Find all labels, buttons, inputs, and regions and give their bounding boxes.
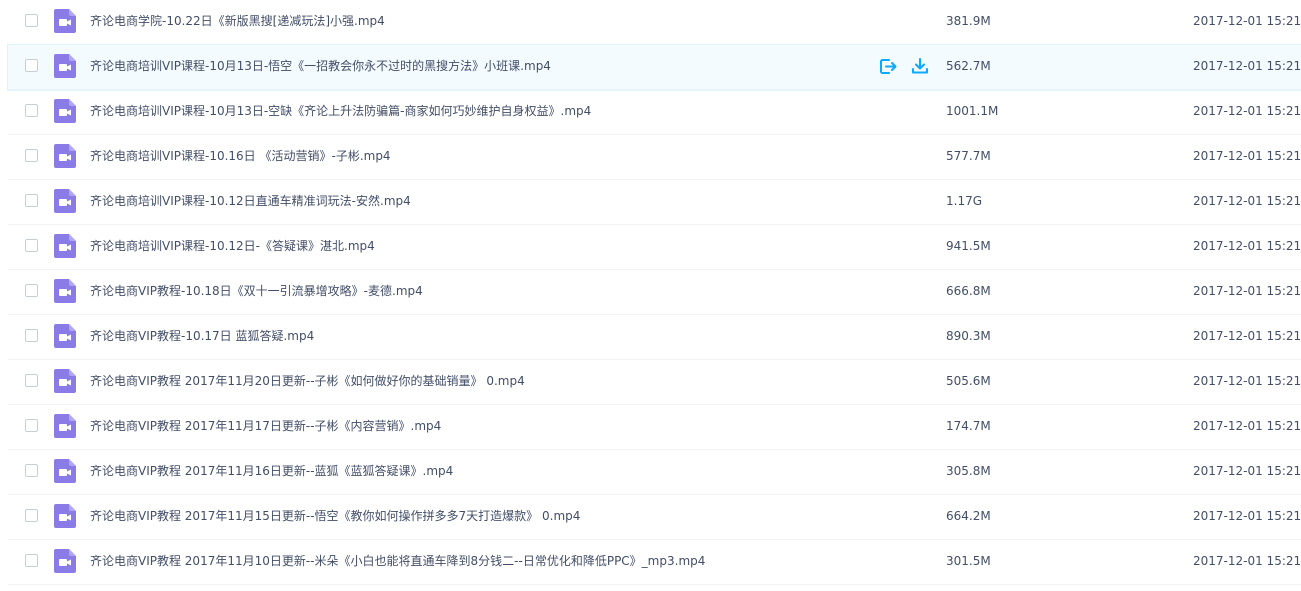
file-name[interactable]: 齐论电商VIP教程 2017年11月15日更新--悟空《教你如何操作拼多多7天打…	[90, 507, 580, 525]
file-row[interactable]: 齐论电商培训VIP课程-10.12日直通车精准词玩法-安然.mp4 1.17G 20…	[8, 180, 1301, 225]
file-size: 562.7M	[946, 59, 991, 73]
file-modified-date: 2017-12-01 15:21	[1193, 554, 1301, 568]
file-modified-date: 2017-12-01 15:21	[1193, 14, 1301, 28]
file-name[interactable]: 齐论电商VIP教程 2017年11月10日更新--米朵《小白也能将直通车降到8分…	[90, 552, 705, 570]
row-checkbox[interactable]	[25, 104, 38, 117]
file-row[interactable]: 齐论电商学院-10.22日《新版黑搜[递减玩法]小强.mp4 381.9M 2017…	[8, 0, 1301, 45]
file-name[interactable]: 齐论电商培训VIP课程-10.12日直通车精准词玩法-安然.mp4	[90, 192, 411, 210]
file-size: 381.9M	[946, 14, 991, 28]
file-row[interactable]: 齐论电商VIP教程 2017年11月17日更新--子彬《内容营销》.mp4 174…	[8, 405, 1301, 450]
file-row[interactable]: 齐论电商VIP教程 2017年11月10日更新--米朵《小白也能将直通车降到8分…	[8, 540, 1301, 585]
file-name[interactable]: 齐论电商学院-10.22日《新版黑搜[递减玩法]小强.mp4	[90, 12, 385, 30]
video-file-icon	[54, 9, 76, 33]
video-file-icon	[54, 504, 76, 528]
file-row[interactable]: 齐论电商培训VIP课程-10.12日-《答疑课》湛北.mp4 941.5M 2017…	[8, 225, 1301, 270]
file-size: 890.3M	[946, 329, 991, 343]
file-name[interactable]: 齐论电商培训VIP课程-10.16日 《活动营销》-子彬.mp4	[90, 147, 391, 165]
file-modified-date: 2017-12-01 15:21	[1193, 464, 1301, 478]
file-name[interactable]: 齐论电商VIP教程-10.18日《双十一引流暴增攻略》-麦德.mp4	[90, 282, 423, 300]
row-checkbox[interactable]	[25, 374, 38, 387]
file-modified-date: 2017-12-01 15:21	[1193, 104, 1301, 118]
row-checkbox[interactable]	[25, 329, 38, 342]
file-modified-date: 2017-12-01 15:21	[1193, 284, 1301, 298]
file-size: 305.8M	[946, 464, 991, 478]
file-row[interactable]: 齐论电商VIP教程-10.18日《双十一引流暴增攻略》-麦德.mp4 666.8M…	[8, 270, 1301, 315]
file-row[interactable]: 齐论电商VIP教程 2017年11月16日更新--蓝狐《蓝狐答疑课》.mp4 30…	[8, 450, 1301, 495]
video-file-icon	[54, 414, 76, 438]
file-size: 577.7M	[946, 149, 991, 163]
row-checkbox[interactable]	[25, 419, 38, 432]
file-size: 1.17G	[946, 194, 983, 208]
video-file-icon	[54, 369, 76, 393]
file-name[interactable]: 齐论电商VIP教程 2017年11月16日更新--蓝狐《蓝狐答疑课》.mp4	[90, 462, 453, 480]
video-file-icon	[54, 189, 76, 213]
video-file-icon	[54, 549, 76, 573]
row-checkbox[interactable]	[25, 194, 38, 207]
row-checkbox[interactable]	[25, 149, 38, 162]
download-icon[interactable]	[910, 56, 930, 76]
video-file-icon	[54, 459, 76, 483]
video-file-icon	[54, 234, 76, 258]
file-modified-date: 2017-12-01 15:21	[1193, 194, 1301, 208]
file-row[interactable]: 齐论电商培训VIP课程-10月13日-悟空《一招教会你永不过时的黑搜方法》小班课…	[7, 44, 1301, 91]
file-size: 301.5M	[946, 554, 991, 568]
file-row[interactable]: 齐论电商VIP教程 2017年11月15日更新--悟空《教你如何操作拼多多7天打…	[8, 495, 1301, 540]
file-modified-date: 2017-12-01 15:21	[1193, 374, 1301, 388]
row-checkbox[interactable]	[25, 464, 38, 477]
file-size: 664.2M	[946, 509, 991, 523]
row-checkbox[interactable]	[25, 14, 38, 27]
file-name[interactable]: 齐论电商培训VIP课程-10月13日-悟空《一招教会你永不过时的黑搜方法》小班课…	[90, 57, 551, 75]
video-file-icon	[54, 99, 76, 123]
file-row[interactable]: 齐论电商VIP教程-10.17日 蓝狐答疑.mp4 890.3M 2017-12-0…	[8, 315, 1301, 360]
video-file-icon	[54, 54, 76, 78]
row-checkbox[interactable]	[25, 554, 38, 567]
share-export-icon[interactable]	[878, 56, 898, 76]
file-modified-date: 2017-12-01 15:21	[1193, 509, 1301, 523]
file-size: 174.7M	[946, 419, 991, 433]
video-file-icon	[54, 279, 76, 303]
file-row[interactable]: 齐论电商培训VIP课程-10月13日-空缺《齐论上升法防骗篇-商家如何巧妙维护自…	[8, 90, 1301, 135]
row-checkbox[interactable]	[25, 509, 38, 522]
file-name[interactable]: 齐论电商培训VIP课程-10.12日-《答疑课》湛北.mp4	[90, 237, 375, 255]
file-row[interactable]: 齐论电商VIP教程 2017年11月20日更新--子彬《如何做好你的基础销量》 …	[8, 360, 1301, 405]
file-list: 齐论电商学院-10.22日《新版黑搜[递减玩法]小强.mp4 381.9M 2017…	[0, 0, 1301, 585]
file-row[interactable]: 齐论电商培训VIP课程-10.16日 《活动营销》-子彬.mp4 577.7M 20…	[8, 135, 1301, 180]
row-actions	[878, 56, 930, 76]
file-modified-date: 2017-12-01 15:21	[1193, 149, 1301, 163]
file-modified-date: 2017-12-01 15:21	[1193, 239, 1301, 253]
file-name[interactable]: 齐论电商VIP教程 2017年11月17日更新--子彬《内容营销》.mp4	[90, 417, 441, 435]
video-file-icon	[54, 324, 76, 348]
video-file-icon	[54, 144, 76, 168]
file-size: 941.5M	[946, 239, 991, 253]
file-modified-date: 2017-12-01 15:21	[1193, 59, 1301, 73]
file-name[interactable]: 齐论电商VIP教程 2017年11月20日更新--子彬《如何做好你的基础销量》 …	[90, 372, 525, 390]
file-size: 505.6M	[946, 374, 991, 388]
file-modified-date: 2017-12-01 15:21	[1193, 419, 1301, 433]
row-checkbox[interactable]	[25, 59, 38, 72]
file-size: 1001.1M	[946, 104, 999, 118]
file-name[interactable]: 齐论电商VIP教程-10.17日 蓝狐答疑.mp4	[90, 327, 314, 345]
file-size: 666.8M	[946, 284, 991, 298]
row-checkbox[interactable]	[25, 284, 38, 297]
row-checkbox[interactable]	[25, 239, 38, 252]
file-name[interactable]: 齐论电商培训VIP课程-10月13日-空缺《齐论上升法防骗篇-商家如何巧妙维护自…	[90, 102, 591, 120]
file-modified-date: 2017-12-01 15:21	[1193, 329, 1301, 343]
